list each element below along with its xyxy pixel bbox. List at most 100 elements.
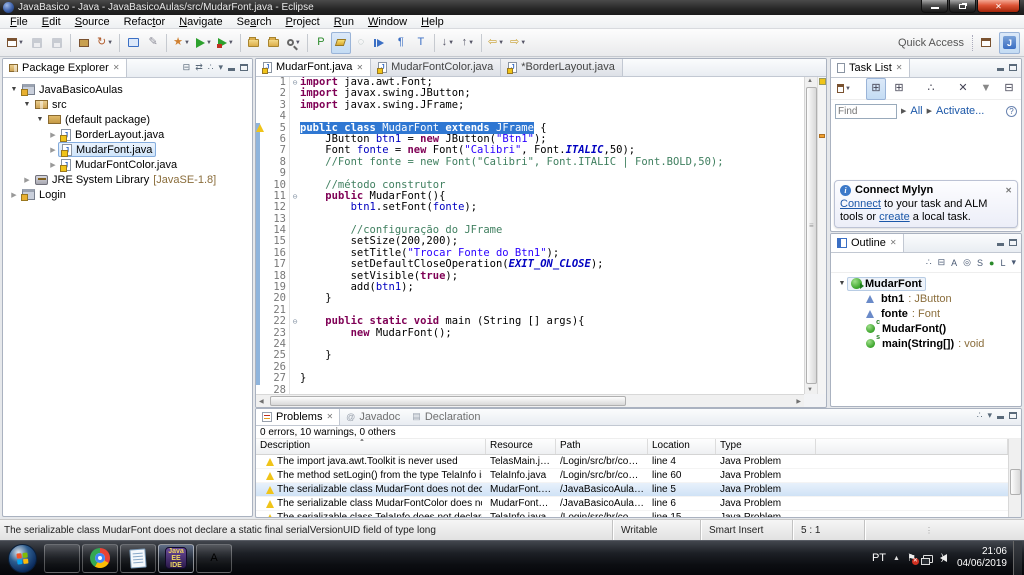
minimize-window-button[interactable] bbox=[921, 0, 948, 13]
close-icon[interactable]: ✕ bbox=[896, 63, 903, 72]
task-find-input[interactable] bbox=[835, 104, 897, 119]
overview-ruler[interactable] bbox=[817, 77, 826, 394]
editor-horizontal-scrollbar[interactable]: ◀ ▶ bbox=[256, 394, 804, 407]
tab-javadoc[interactable]: @Javadoc bbox=[340, 408, 406, 425]
menu-edit[interactable]: Edit bbox=[35, 15, 68, 29]
tree-item--default-package-[interactable]: ▼(default package) bbox=[5, 112, 252, 127]
outline-hide-static-icon[interactable]: S bbox=[977, 258, 983, 268]
code-line-28[interactable]: 28 bbox=[256, 385, 804, 394]
problems-scrollbar[interactable] bbox=[1008, 439, 1021, 517]
code-line-8[interactable]: 8 //Font fonte = new Font("Calibri", Fon… bbox=[256, 157, 804, 168]
maximize-panel-icon[interactable] bbox=[1009, 64, 1017, 71]
collapsed-arrow-icon[interactable]: ▶ bbox=[48, 131, 58, 139]
fold-collapse-icon[interactable]: ⊖ bbox=[289, 316, 300, 327]
restore-window-button[interactable] bbox=[949, 0, 976, 13]
menu-project[interactable]: Project bbox=[279, 15, 327, 29]
outline-tab[interactable]: Outline ✕ bbox=[831, 233, 904, 252]
editor-tab--borderlayout-java[interactable]: J*BorderLayout.java bbox=[501, 58, 623, 76]
open-resource-button[interactable] bbox=[264, 32, 284, 54]
code-line-3[interactable]: 3import javax.swing.JFrame; bbox=[256, 100, 804, 111]
column-header-resource[interactable]: Resource bbox=[486, 439, 556, 454]
pin-editor-button[interactable]: ✎ bbox=[143, 32, 163, 54]
code-line-4[interactable]: 4 bbox=[256, 111, 804, 122]
toggle-mark-occurrences-button[interactable] bbox=[331, 32, 351, 54]
outline-focus-icon[interactable]: ∴ bbox=[926, 257, 932, 268]
outline-item-main-string-[interactable]: smain(String[]) : void bbox=[831, 336, 1021, 351]
task-filter-all-link[interactable]: All bbox=[910, 105, 922, 117]
run-last-tool-button[interactable]: ↻▼ bbox=[94, 32, 116, 54]
forward-history-button[interactable]: ⇨▼ bbox=[507, 32, 529, 54]
menu-search[interactable]: Search bbox=[230, 15, 279, 29]
collapse-all-icon[interactable]: ⊟ bbox=[183, 63, 191, 72]
close-window-button[interactable]: ✕ bbox=[977, 0, 1020, 13]
task-scheduled-view-button[interactable]: ⊞ bbox=[889, 78, 909, 100]
next-annotation-button[interactable]: ↓▼ bbox=[438, 32, 458, 54]
tree-item-src[interactable]: ▼src bbox=[5, 97, 252, 112]
task-collapse-all-button[interactable]: ⊟ bbox=[999, 78, 1019, 100]
expanded-arrow-icon[interactable]: ▼ bbox=[9, 86, 19, 93]
tree-item-mudarfont-java[interactable]: ▶JMudarFont.java bbox=[5, 142, 252, 157]
minimize-panel-icon[interactable] bbox=[997, 412, 1004, 419]
problem-row[interactable]: The method setLogin() from the type Tela… bbox=[256, 469, 1008, 483]
view-menu-icon[interactable]: ▾ bbox=[218, 63, 223, 72]
fold-collapse-icon[interactable]: ⊖ bbox=[289, 77, 300, 88]
tab-declaration[interactable]: ▤Declaration bbox=[406, 408, 486, 425]
collapsed-arrow-icon[interactable]: ▶ bbox=[48, 146, 58, 154]
maximize-icon[interactable] bbox=[240, 64, 248, 71]
editor-tab-mudarfontcolor-java[interactable]: JMudarFontColor.java bbox=[371, 58, 501, 76]
outline-item-mudarfont-[interactable]: cMudarFont() bbox=[831, 321, 1021, 336]
menu-help[interactable]: Help bbox=[414, 15, 451, 29]
menu-run[interactable]: Run bbox=[327, 15, 361, 29]
task-focus-on-workweek-button[interactable]: ∴ bbox=[921, 78, 941, 100]
tree-item-login[interactable]: ▶Login bbox=[5, 187, 252, 202]
save-button[interactable] bbox=[27, 32, 47, 54]
warning-marker[interactable] bbox=[819, 134, 825, 138]
task-list-tab[interactable]: Task List ✕ bbox=[831, 58, 910, 77]
mylyn-create-link[interactable]: create bbox=[879, 211, 910, 223]
problem-row[interactable]: The serializable class TelaInfo does not… bbox=[256, 511, 1008, 517]
taskbar-device-app-button[interactable]: A bbox=[196, 544, 232, 573]
open-task-button[interactable] bbox=[244, 32, 264, 54]
close-tab-icon[interactable]: ✕ bbox=[326, 412, 333, 421]
menu-source[interactable]: Source bbox=[68, 15, 117, 29]
outline-view-menu-icon[interactable]: ▾ bbox=[1011, 257, 1016, 268]
code-line-25[interactable]: 25 } bbox=[256, 350, 804, 361]
network-icon[interactable] bbox=[923, 555, 933, 563]
task-new-task-button[interactable]: ▼ bbox=[834, 78, 854, 100]
focus-icon[interactable]: ∴ bbox=[977, 411, 983, 420]
editor-tab-mudarfont-java[interactable]: JMudarFont.java✕ bbox=[256, 58, 371, 76]
code-line-19[interactable]: 19 add(btn1); bbox=[256, 282, 804, 293]
action-center-icon[interactable]: ⚑ bbox=[907, 553, 916, 564]
maximize-panel-icon[interactable] bbox=[1009, 412, 1017, 419]
minimize-panel-icon[interactable] bbox=[997, 64, 1004, 71]
column-header-location[interactable]: Location bbox=[648, 439, 716, 454]
outline-hide-non-public-icon[interactable]: ● bbox=[989, 258, 994, 268]
close-icon[interactable]: ✕ bbox=[1005, 186, 1012, 195]
code-line-27[interactable]: 27} bbox=[256, 373, 804, 384]
search-button[interactable]: ▼ bbox=[284, 32, 304, 54]
menu-window[interactable]: Window bbox=[361, 15, 414, 29]
tree-item-javabasicoaulas[interactable]: ▼JavaBasicoAulas bbox=[5, 82, 252, 97]
outline-hide-local-types-icon[interactable]: L bbox=[1000, 258, 1005, 268]
clock[interactable]: 21:06 04/06/2019 bbox=[957, 546, 1007, 570]
insert-mode-indicator[interactable]: Smart Insert bbox=[700, 520, 792, 540]
tree-item-mudarfontcolor-java[interactable]: ▶JMudarFontColor.java bbox=[5, 157, 252, 172]
menu-navigate[interactable]: Navigate bbox=[172, 15, 229, 29]
taskbar-notepad-button[interactable] bbox=[120, 544, 156, 573]
help-icon[interactable]: ? bbox=[1006, 106, 1017, 117]
column-header-description[interactable]: Description▲ bbox=[256, 439, 486, 454]
outline-sort-icon[interactable]: A bbox=[951, 258, 957, 268]
expanded-arrow-icon[interactable]: ▼ bbox=[837, 280, 847, 287]
tree-item-borderlayout-java[interactable]: ▶JBorderLayout.java bbox=[5, 127, 252, 142]
open-console-button[interactable] bbox=[123, 32, 143, 54]
code-line-26[interactable]: 26 bbox=[256, 362, 804, 373]
code-line-23[interactable]: 23 new MudarFont(); bbox=[256, 328, 804, 339]
run-external-tools-button[interactable]: ▼ bbox=[215, 32, 237, 54]
show-whitespace-button[interactable]: ¶ bbox=[391, 32, 411, 54]
maximize-panel-icon[interactable] bbox=[1009, 239, 1017, 246]
taskbar-chrome-button[interactable] bbox=[82, 544, 118, 573]
problem-row[interactable]: The import java.awt.Toolkit is never use… bbox=[256, 455, 1008, 469]
mylyn-connect-link[interactable]: Connect bbox=[840, 198, 881, 210]
block-selection-button[interactable]: T bbox=[411, 32, 431, 54]
column-header-path[interactable]: Path bbox=[556, 439, 648, 454]
